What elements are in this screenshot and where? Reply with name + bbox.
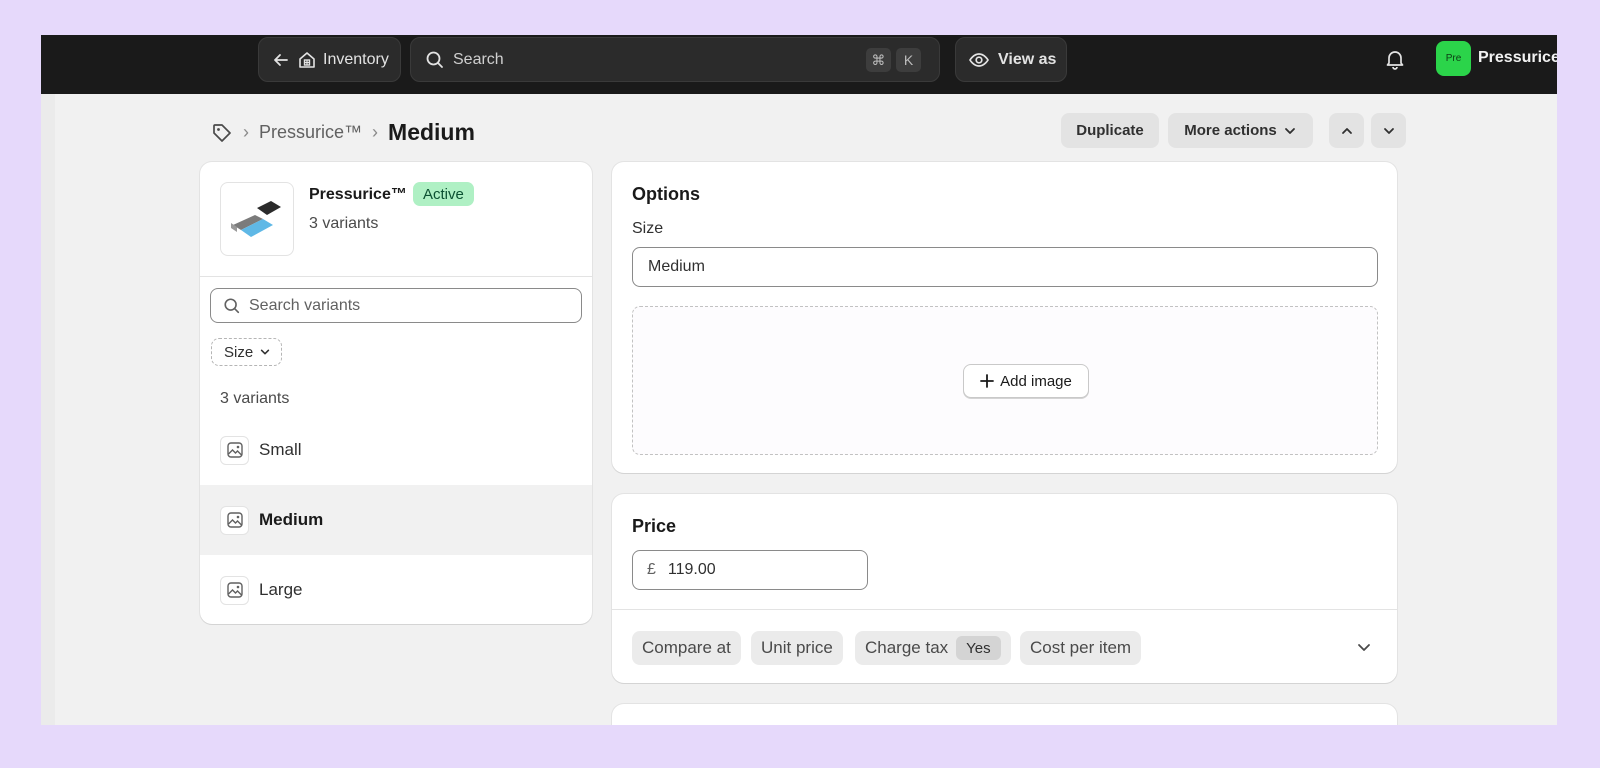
charge-tax-value: Yes bbox=[956, 636, 1001, 660]
chevron-down-icon bbox=[1284, 127, 1295, 134]
breadcrumb: › Pressurice™ › Medium bbox=[211, 119, 475, 146]
view-as-label: View as bbox=[998, 50, 1057, 68]
size-filter-label: Size bbox=[224, 343, 254, 361]
compare-at-button[interactable]: Compare at bbox=[632, 631, 741, 665]
variants-count-label: 3 variants bbox=[220, 390, 290, 407]
chevron-up-icon bbox=[1341, 127, 1352, 134]
price-card: Price £ 119.00 Compare at Unit price Cha… bbox=[612, 494, 1397, 683]
more-actions-label: More actions bbox=[1184, 122, 1277, 139]
next-variant-button[interactable] bbox=[1371, 113, 1406, 148]
product-name[interactable]: Pressurice™ bbox=[309, 186, 407, 204]
add-image-button[interactable]: Add image bbox=[963, 364, 1089, 398]
tag-icon[interactable] bbox=[211, 122, 233, 144]
variants-card: Pressurice™ Active 3 variants Search var… bbox=[200, 162, 592, 624]
variant-row-large[interactable]: Large bbox=[200, 555, 592, 624]
next-card bbox=[612, 704, 1397, 725]
charge-tax-label: Charge tax bbox=[865, 638, 949, 657]
variant-label: Medium bbox=[259, 510, 324, 529]
app-window: Inventory Search ⌘ K View as Pre Pressur… bbox=[41, 35, 1557, 725]
cost-per-item-button[interactable]: Cost per item bbox=[1020, 631, 1142, 665]
price-title: Price bbox=[632, 516, 677, 536]
search-variants-placeholder: Search variants bbox=[249, 296, 361, 314]
store-name[interactable]: Pressurice bbox=[1478, 49, 1557, 67]
back-label: Inventory bbox=[323, 50, 389, 68]
product-variant-count: 3 variants bbox=[309, 215, 379, 232]
variant-row-medium[interactable]: Medium bbox=[200, 485, 592, 555]
bell-icon[interactable] bbox=[1384, 48, 1406, 70]
store-icon bbox=[299, 51, 315, 68]
image-placeholder-icon bbox=[220, 505, 249, 535]
image-dropzone[interactable]: Add image bbox=[632, 306, 1378, 455]
divider bbox=[200, 276, 592, 277]
product-image bbox=[231, 201, 281, 237]
back-to-inventory-button[interactable]: Inventory bbox=[258, 37, 401, 82]
compare-at-label: Compare at bbox=[642, 638, 731, 657]
chevron-down-icon[interactable] bbox=[1353, 636, 1375, 658]
chevron-down-icon bbox=[1383, 127, 1394, 134]
price-value: 119.00 bbox=[667, 561, 716, 578]
search-variants-input[interactable]: Search variants bbox=[210, 288, 582, 323]
breadcrumb-separator: › bbox=[243, 122, 249, 142]
more-actions-button[interactable]: More actions bbox=[1168, 113, 1313, 148]
unit-price-label: Unit price bbox=[761, 638, 833, 657]
currency-symbol: £ bbox=[647, 561, 656, 578]
page-title: Medium bbox=[388, 119, 475, 145]
shortcut-cmd-key: ⌘ bbox=[866, 48, 891, 72]
previous-variant-button[interactable] bbox=[1329, 113, 1364, 148]
size-value-input[interactable]: Medium bbox=[632, 247, 1378, 287]
charge-tax-button[interactable]: Charge tax Yes bbox=[855, 631, 1011, 665]
cost-per-item-label: Cost per item bbox=[1030, 638, 1132, 657]
divider bbox=[612, 609, 1397, 610]
size-label: Size bbox=[632, 220, 664, 237]
top-bar: Inventory Search ⌘ K View as Pre Pressur… bbox=[41, 35, 1557, 94]
options-card: Options Size Medium Add image bbox=[612, 162, 1397, 473]
breadcrumb-separator: › bbox=[372, 122, 379, 142]
image-placeholder-icon bbox=[220, 575, 249, 605]
product-thumbnail[interactable] bbox=[220, 182, 294, 256]
side-strip bbox=[41, 94, 55, 725]
unit-price-button[interactable]: Unit price bbox=[751, 631, 843, 665]
breadcrumb-parent-link[interactable]: Pressurice™ bbox=[259, 122, 362, 143]
shortcut-k-key: K bbox=[896, 48, 921, 72]
variant-label: Small bbox=[259, 440, 302, 459]
store-avatar[interactable]: Pre bbox=[1436, 41, 1471, 76]
view-as-button[interactable]: View as bbox=[955, 37, 1067, 82]
search-icon bbox=[224, 297, 240, 313]
chevron-down-icon bbox=[260, 349, 270, 355]
status-badge: Active bbox=[413, 182, 474, 206]
search-icon bbox=[426, 51, 443, 68]
plus-icon bbox=[980, 374, 995, 388]
size-filter-button[interactable]: Size bbox=[211, 338, 283, 366]
arrow-left-icon bbox=[274, 53, 288, 66]
global-search-input[interactable]: Search ⌘ K bbox=[410, 37, 940, 82]
duplicate-button[interactable]: Duplicate bbox=[1061, 113, 1159, 148]
duplicate-label: Duplicate bbox=[1076, 122, 1144, 139]
variant-row-small[interactable]: Small bbox=[200, 415, 592, 485]
add-image-label: Add image bbox=[1000, 372, 1072, 390]
price-input[interactable]: £ 119.00 bbox=[632, 550, 868, 590]
search-placeholder: Search bbox=[453, 50, 504, 68]
image-placeholder-icon bbox=[220, 435, 249, 465]
eye-icon bbox=[969, 52, 989, 67]
variant-label: Large bbox=[259, 580, 303, 599]
options-title: Options bbox=[632, 184, 700, 204]
